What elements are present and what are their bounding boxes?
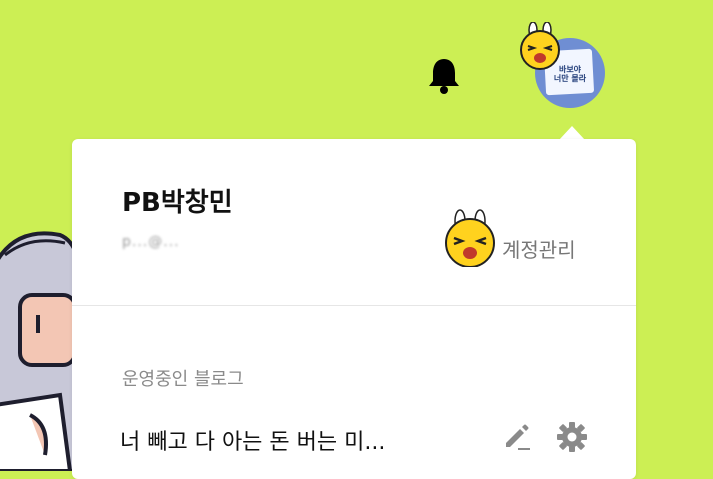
blog-item-title[interactable]: 너 빼고 다 아는 돈 버는 미... xyxy=(120,424,385,456)
account-manage-link[interactable]: 계정관리 xyxy=(502,234,576,263)
divider xyxy=(72,305,636,306)
account-character-icon xyxy=(445,209,495,267)
profile-popup: PB박창민 p...@... 계정관리 운영중인 블로그 너 빼고 다 아는 돈… xyxy=(72,139,636,479)
mascot-illustration xyxy=(0,231,80,471)
bell-icon[interactable] xyxy=(427,56,461,94)
popup-caret xyxy=(559,126,585,140)
blogs-section-title: 운영중인 블로그 xyxy=(122,369,244,390)
gear-icon[interactable] xyxy=(556,421,588,453)
profile-name: PB박창민 xyxy=(122,188,233,218)
edit-icon[interactable] xyxy=(502,421,532,451)
character-badge-icon xyxy=(520,22,560,70)
profile-email: p...@... xyxy=(122,234,180,250)
